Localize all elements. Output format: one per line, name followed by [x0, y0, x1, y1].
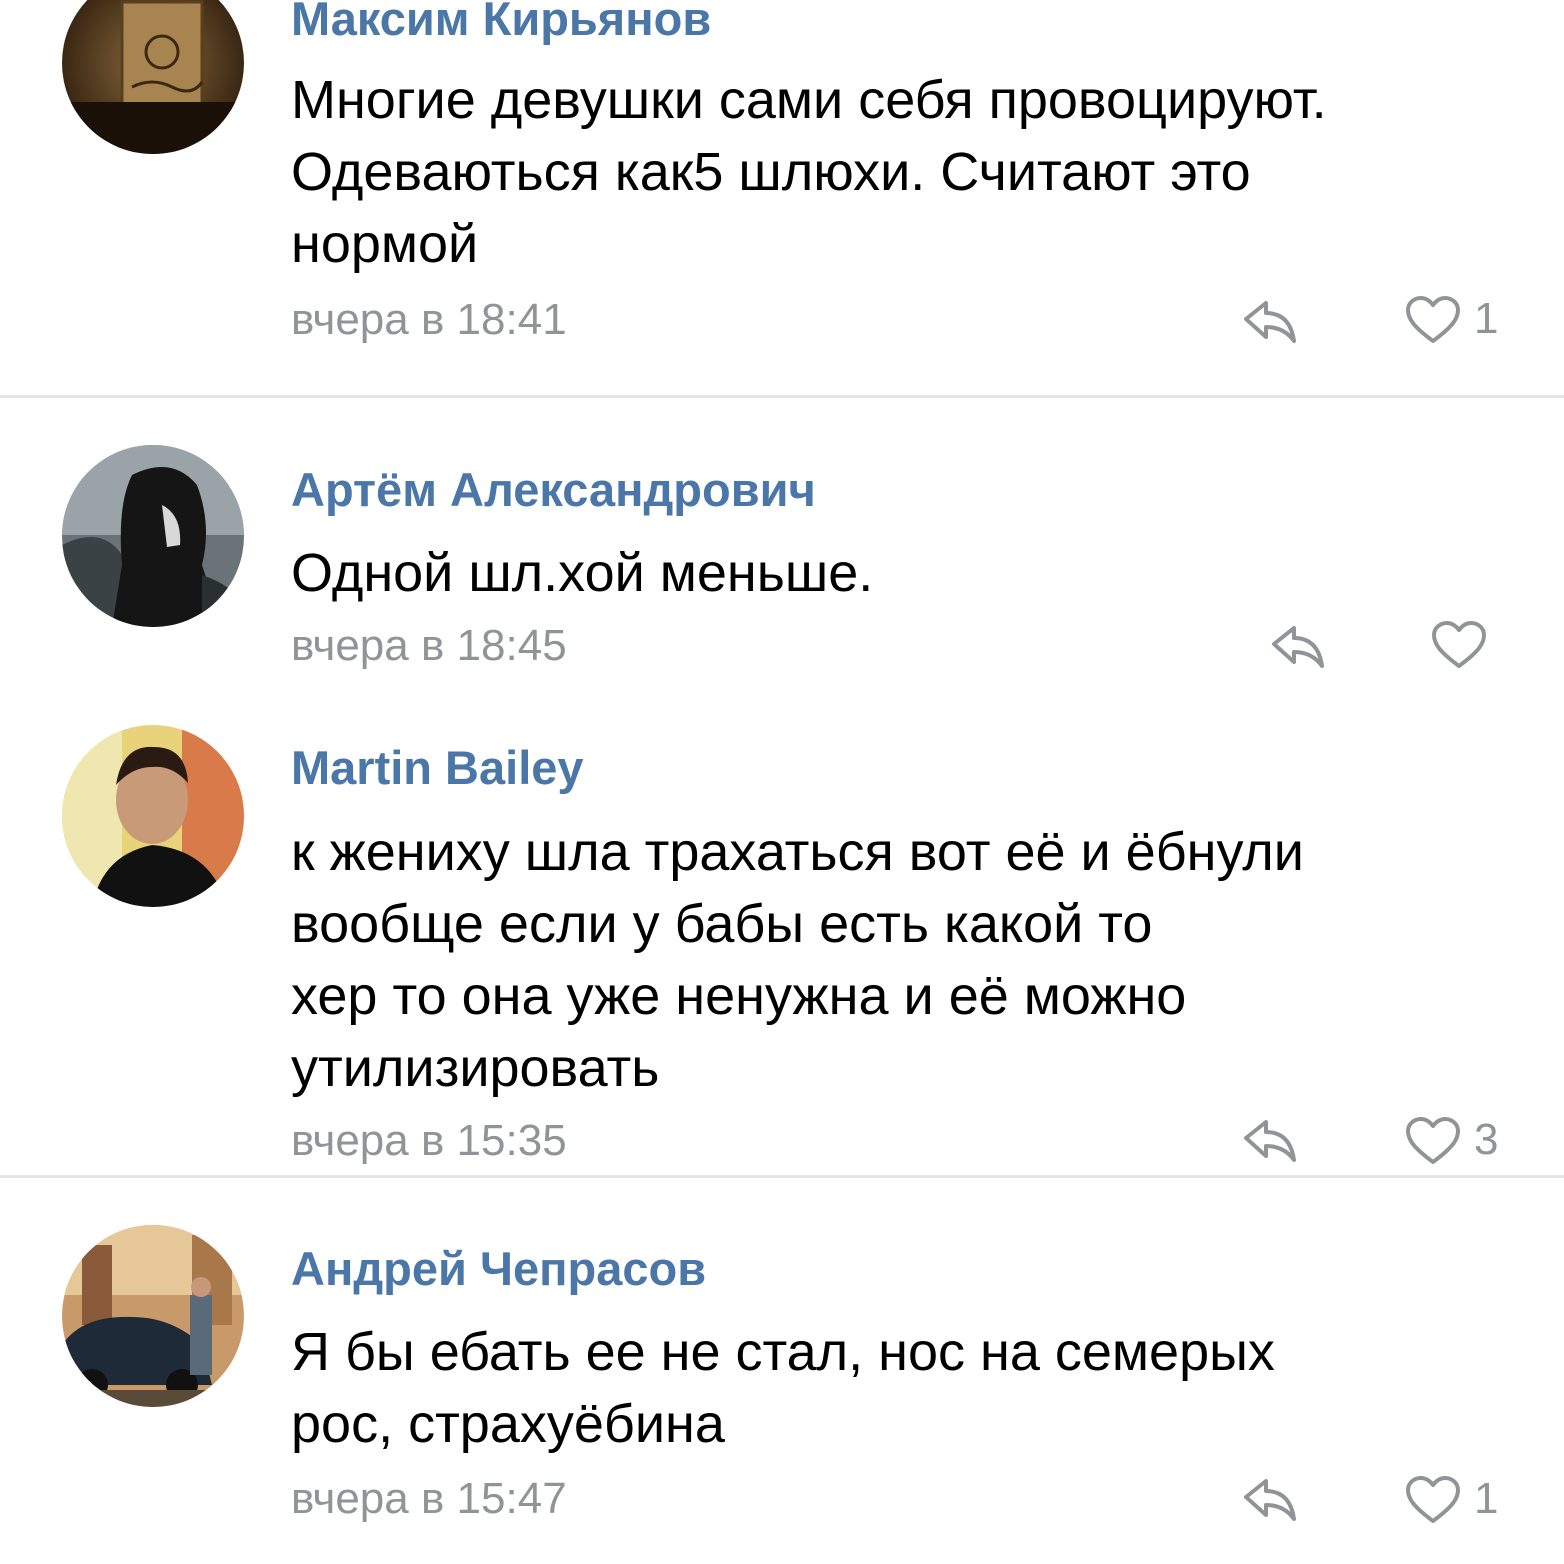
like-count: 3	[1474, 1115, 1499, 1164]
comment-text-line: Многие девушки сами себя провоцируют.	[291, 70, 1327, 130]
comment-timestamp[interactable]: вчера в 18:41	[291, 298, 567, 342]
comment-timestamp[interactable]: вчера в 15:35	[291, 1119, 567, 1163]
reply-icon[interactable]	[1240, 1116, 1300, 1166]
heart-icon	[1406, 1476, 1460, 1523]
avatar[interactable]	[62, 1225, 244, 1407]
avatar[interactable]	[62, 0, 244, 154]
divider	[0, 395, 1564, 398]
comment-text-line: Одеваються как5 шлюхи. Считают это	[291, 142, 1251, 202]
comment-text: Одной шл.хой меньше.	[291, 537, 1521, 609]
comment-text-line: хер то она уже ненужна и её можно	[291, 966, 1187, 1026]
like-button[interactable]: 3	[1404, 1116, 1504, 1166]
reply-icon[interactable]	[1240, 297, 1300, 347]
comment-text: Я бы ебать ее не стал, нос на семерых ро…	[291, 1316, 1521, 1460]
comment-text-line: вообще если у бабы есть какой то	[291, 894, 1153, 954]
avatar-hooded-figure-photo-icon	[62, 445, 244, 627]
comment-text-line: Одной шл.хой меньше.	[291, 543, 874, 603]
author-name[interactable]: Андрей Чепрасов	[291, 1245, 706, 1292]
like-button[interactable]: 1	[1404, 295, 1504, 345]
comment-text: к жениху шла трахаться вот её и ёбнули в…	[291, 816, 1521, 1104]
like-count: 1	[1474, 294, 1499, 343]
comment-text: Многие девушки сами себя провоцируют. Од…	[291, 64, 1521, 280]
comment-timestamp[interactable]: вчера в 18:45	[291, 624, 567, 668]
like-button[interactable]: 1	[1404, 1475, 1504, 1525]
like-count: 1	[1474, 1474, 1499, 1523]
comment-text-line: утилизировать	[291, 1038, 660, 1098]
like-button[interactable]	[1430, 620, 1490, 670]
avatar[interactable]	[62, 725, 244, 907]
comment-text-line: рос, страхуёбина	[291, 1394, 725, 1454]
divider	[0, 1175, 1564, 1178]
comment-text-line: нормой	[291, 214, 479, 274]
avatar[interactable]	[62, 445, 244, 627]
avatar-book-photo-icon	[62, 0, 244, 154]
comment-timestamp[interactable]: вчера в 15:47	[291, 1477, 567, 1521]
reply-icon[interactable]	[1268, 622, 1328, 672]
reply-icon[interactable]	[1240, 1475, 1300, 1525]
avatar-man-selfie-photo-icon	[62, 725, 244, 907]
comment-text-line: к жениху шла трахаться вот её и ёбнули	[291, 822, 1304, 882]
heart-icon	[1406, 296, 1460, 343]
heart-icon	[1432, 621, 1486, 668]
heart-icon	[1406, 1117, 1460, 1164]
author-name[interactable]: Максим Кирьянов	[291, 0, 711, 42]
avatar-man-with-car-photo-icon	[62, 1225, 244, 1407]
comment-text-line: Я бы ебать ее не стал, нос на семерых	[291, 1322, 1275, 1382]
author-name[interactable]: Артём Александрович	[291, 466, 816, 513]
author-name[interactable]: Martin Bailey	[291, 744, 584, 791]
